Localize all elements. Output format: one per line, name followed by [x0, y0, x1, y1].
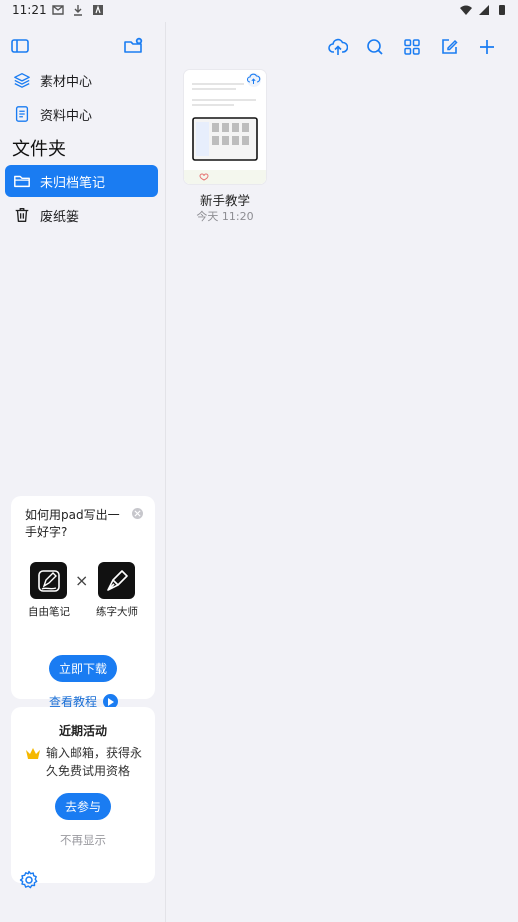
- app2-name: 练字大师: [96, 606, 138, 618]
- calligraphy-master-logo[interactable]: [98, 562, 135, 599]
- gmail-icon: [52, 5, 64, 15]
- cloud-upload-icon[interactable]: [327, 36, 349, 58]
- activity-text: 输入邮箱，获得永久免费试用资格: [46, 746, 143, 778]
- pen-icon: [37, 569, 60, 592]
- folders-section-title: 文件夹: [12, 139, 66, 160]
- search-icon[interactable]: [364, 36, 386, 58]
- app1-name: 自由笔记: [28, 606, 70, 618]
- crown-icon: [26, 748, 40, 759]
- signal-icon: [479, 5, 489, 15]
- folder-icon: [12, 171, 32, 191]
- edit-icon[interactable]: [438, 36, 460, 58]
- activity-title: 近期活动: [58, 724, 107, 738]
- sidebar-item-label: 素材中心: [40, 74, 93, 90]
- dont-show-again-link[interactable]: 不再显示: [11, 832, 155, 848]
- layers-icon: [12, 70, 32, 90]
- note-title: 新手教学: [199, 193, 250, 208]
- status-time: 11:21: [12, 3, 47, 17]
- note-date: 今天 11:20: [196, 210, 254, 223]
- free-notes-logo[interactable]: [30, 562, 67, 599]
- add-icon[interactable]: [476, 36, 498, 58]
- promo-question: 如何用pad写出一手好字?: [25, 508, 120, 539]
- wifi-icon: [460, 5, 472, 15]
- note-thumbnail[interactable]: [184, 70, 266, 184]
- download-button[interactable]: 立即下载: [49, 655, 117, 682]
- battery-icon: [499, 5, 505, 15]
- status-bar: 11:21: [0, 0, 518, 22]
- app-icon: [93, 5, 103, 15]
- sidebar-toggle-icon[interactable]: [9, 35, 31, 57]
- download-icon: [74, 5, 82, 16]
- join-button[interactable]: 去参与: [55, 793, 111, 820]
- note-preview-image: [184, 70, 266, 184]
- settings-gear-icon[interactable]: [19, 870, 39, 890]
- sidebar-item-resource-center[interactable]: 资料中心: [5, 98, 158, 130]
- times-symbol: ×: [75, 571, 89, 590]
- sidebar-item-material-center[interactable]: 素材中心: [5, 64, 158, 96]
- promo-card: 如何用pad写出一手好字? × 自由笔记 练字大师 立即下载 查看教程: [11, 496, 155, 709]
- document-icon: [12, 104, 32, 124]
- sidebar-item-label: 废纸篓: [40, 209, 80, 225]
- sidebar: 素材中心 资料中心 文件夹 未归档笔记 废纸篓 如何用pad写出一手好字? × …: [0, 22, 166, 922]
- activity-card: 近期活动 输入邮箱，获得永久免费试用资格 去参与 不再显示: [11, 707, 155, 883]
- main-content: 新手教学 今天 11:20: [166, 22, 518, 922]
- close-icon[interactable]: [132, 508, 143, 519]
- trash-icon: [12, 205, 32, 225]
- sidebar-item-label: 资料中心: [40, 108, 93, 124]
- grid-view-icon[interactable]: [401, 36, 423, 58]
- sidebar-item-label: 未归档笔记: [40, 175, 106, 191]
- sidebar-item-trash[interactable]: 废纸篓: [5, 199, 158, 231]
- sidebar-item-unfiled-notes[interactable]: 未归档笔记: [5, 165, 158, 197]
- fountain-pen-icon: [106, 569, 128, 591]
- new-folder-icon[interactable]: [122, 35, 144, 57]
